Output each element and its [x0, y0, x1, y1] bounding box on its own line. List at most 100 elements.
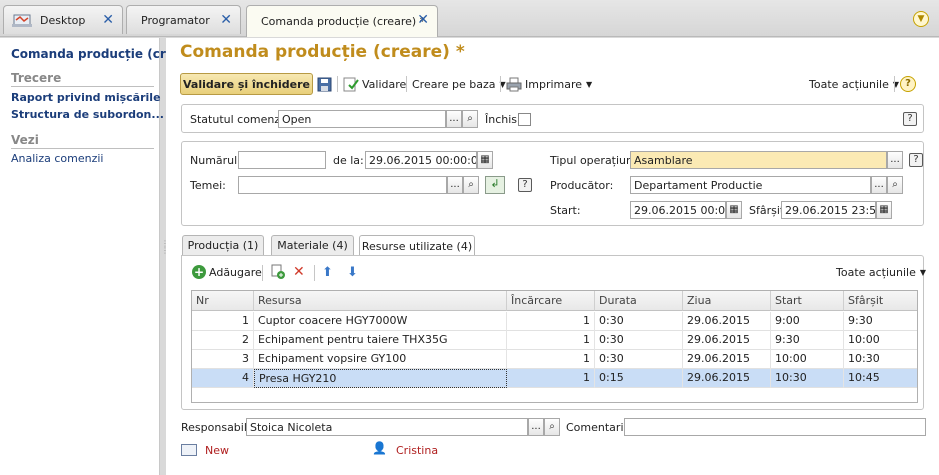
cell-end: 9:30 — [848, 314, 873, 327]
operation-type-field[interactable]: Asamblare — [630, 151, 887, 169]
move-down-icon[interactable]: ⬇ — [347, 261, 358, 283]
all-actions-menu[interactable]: Toate acțiunile ▼ — [809, 73, 899, 95]
search-icon[interactable]: ⌕ — [462, 110, 478, 128]
page-title: Comanda producție (creare) * — [180, 42, 465, 62]
calendar-icon[interactable]: ▦ — [726, 201, 742, 219]
fill-from-basis-icon[interactable]: ↲ — [485, 176, 505, 194]
sidebar-item-analiza[interactable]: Analiza comenzii — [11, 152, 103, 165]
cell-start: 9:30 — [771, 331, 844, 350]
sidebar-section-vezi: Vezi — [11, 133, 154, 149]
column-header[interactable]: Încărcare — [507, 291, 595, 311]
cell-duration: 0:30 — [595, 350, 683, 369]
tab-productia[interactable]: Producția (1) — [182, 235, 264, 255]
producer-label: Producător: — [550, 179, 614, 192]
operation-type-label: Tipul operațiunii: — [550, 154, 643, 167]
splitter-handle[interactable]: ⋮ ⋮ — [161, 240, 169, 268]
close-icon[interactable]: ✕ — [220, 12, 232, 28]
cell-nr: 3 — [192, 350, 254, 369]
number-label: Numărul: — [190, 154, 241, 167]
search-icon[interactable]: ⌕ — [544, 418, 560, 436]
cell-load: 1 — [507, 331, 595, 350]
copy-row-icon[interactable] — [270, 261, 286, 283]
status-field[interactable]: Open — [278, 110, 446, 128]
search-icon[interactable]: ⌕ — [887, 176, 903, 194]
create-based-on-button[interactable]: Creare pe baza ▼ — [412, 73, 506, 95]
sidebar-item-raport[interactable]: Raport privind mișcările — [11, 91, 161, 104]
calendar-icon[interactable]: ▦ — [876, 201, 892, 219]
tab-comanda-productie[interactable]: Comanda producție (creare) * ✕ — [246, 5, 438, 37]
ellipsis-button[interactable]: ... — [447, 176, 463, 194]
cell-duration: 0:15 — [595, 369, 683, 388]
print-button[interactable]: Imprimare ▼ — [506, 73, 592, 95]
ellipsis-button[interactable]: ... — [446, 110, 462, 128]
cell-load: 1 — [507, 312, 595, 331]
column-header[interactable]: Ziua — [683, 291, 771, 311]
save-icon[interactable] — [317, 73, 333, 95]
column-header[interactable]: Sfârșit — [844, 291, 917, 311]
close-icon[interactable]: ✕ — [102, 12, 114, 28]
table-row[interactable]: 2 Echipament pentru taiere THX35G 1 0:30… — [192, 331, 917, 350]
table-row[interactable]: 1 Cuptor coacere HGY7000W 1 0:30 29.06.2… — [192, 312, 917, 331]
column-header[interactable]: Resursa — [254, 291, 507, 311]
cell-nr: 2 — [192, 331, 254, 350]
grid-all-actions-menu[interactable]: Toate acțiunile ▼ — [836, 261, 926, 283]
cell-end: 10:00 — [848, 333, 880, 346]
ellipsis-button[interactable]: ... — [887, 151, 903, 169]
cell-nr: 1 — [192, 312, 254, 331]
cell-duration: 0:30 — [595, 331, 683, 350]
table-row-selected[interactable]: 4 Presa HGY210 1 0:15 29.06.2015 10:30 1… — [192, 369, 917, 388]
producer-field[interactable]: Departament Productie — [630, 176, 871, 194]
help-icon[interactable]: ? — [903, 112, 917, 126]
dropdown-arrow-icon: ▼ — [586, 79, 593, 89]
table-row[interactable]: 3 Echipament vopsire GY100 1 0:30 29.06.… — [192, 350, 917, 369]
dropdown-arrow-icon: ▼ — [919, 267, 927, 277]
cell-resource: Echipament pentru taiere THX35G — [254, 331, 507, 350]
ellipsis-button[interactable]: ... — [528, 418, 544, 436]
tab-label: Comanda producție (creare) * — [261, 15, 426, 28]
number-field[interactable] — [238, 151, 326, 169]
document-state: New — [205, 444, 229, 457]
help-icon[interactable]: ? — [909, 153, 923, 167]
basis-field[interactable] — [238, 176, 447, 194]
validate-and-close-button[interactable]: Validare și închidere — [180, 73, 313, 95]
resources-table: Nr Resursa Încărcare Durata Ziua Start S… — [191, 290, 918, 403]
close-icon[interactable]: ✕ — [417, 12, 429, 28]
help-icon[interactable]: ? — [518, 178, 532, 192]
delete-icon[interactable]: ✕ — [293, 261, 305, 283]
tab-label: Programator — [141, 13, 210, 27]
closed-checkbox[interactable] — [518, 113, 531, 126]
add-label: Adăugare — [209, 265, 262, 279]
cell-start: 10:00 — [771, 350, 844, 369]
tab-menu-chevron-icon[interactable]: ▼ — [913, 11, 929, 27]
add-button[interactable]: + Adăugare — [192, 261, 262, 283]
validate-icon — [343, 77, 359, 91]
window-tab-bar: Desktop ✕ Programator ✕ Comanda producți… — [0, 0, 939, 37]
tab-materiale[interactable]: Materiale (4) — [271, 235, 354, 255]
ellipsis-button[interactable]: ... — [871, 176, 887, 194]
column-header[interactable]: Start — [771, 291, 844, 311]
tab-desktop[interactable]: Desktop ✕ — [3, 5, 123, 34]
desktop-icon — [12, 12, 34, 28]
sidebar-item-current[interactable]: Comanda producție (cre... — [11, 47, 188, 61]
cell-start: 10:30 — [771, 369, 844, 388]
cell-resource: Cuptor coacere HGY7000W — [254, 312, 507, 331]
date-field[interactable]: 29.06.2015 00:00:00 — [365, 151, 477, 169]
column-header[interactable]: Nr — [192, 291, 254, 311]
cell-duration: 0:30 — [595, 312, 683, 331]
search-icon[interactable]: ⌕ — [463, 176, 479, 194]
help-icon[interactable]: ? — [900, 76, 916, 92]
calendar-icon[interactable]: ▦ — [477, 151, 493, 169]
add-icon: + — [192, 265, 206, 279]
comment-field[interactable] — [624, 418, 926, 436]
cell-resource[interactable]: Presa HGY210 — [254, 369, 507, 388]
end-field[interactable]: 29.06.2015 23:59:5 — [781, 201, 876, 219]
cell-load: 1 — [507, 369, 595, 388]
tab-resurse-utilizate[interactable]: Resurse utilizate (4) — [359, 235, 475, 256]
tab-programator[interactable]: Programator ✕ — [126, 5, 241, 34]
sidebar-item-structura[interactable]: Structura de subordon... — [11, 108, 164, 121]
validate-button[interactable]: Validare — [343, 73, 406, 95]
start-field[interactable]: 29.06.2015 00:00:0 — [630, 201, 726, 219]
column-header[interactable]: Durata — [595, 291, 683, 311]
move-up-icon[interactable]: ⬆ — [322, 261, 333, 283]
responsible-field[interactable]: Stoica Nicoleta — [246, 418, 528, 436]
